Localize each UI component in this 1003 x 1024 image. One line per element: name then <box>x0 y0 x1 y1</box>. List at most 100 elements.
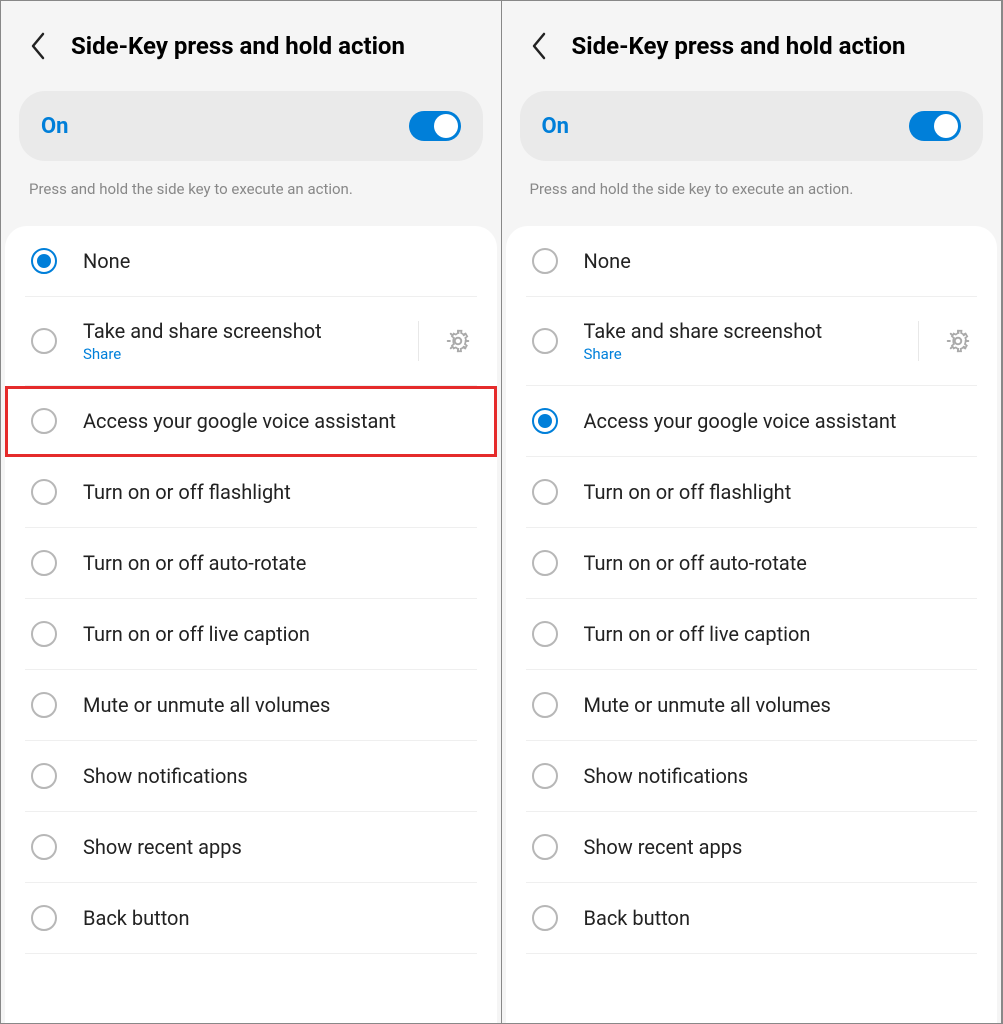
radio-button[interactable] <box>31 248 57 274</box>
option-label: Show notifications <box>83 764 471 788</box>
option-text: Take and share screenshot Share <box>584 319 887 363</box>
option-label: None <box>83 249 471 273</box>
radio-button[interactable] <box>31 834 57 860</box>
option-label: Access your google voice assistant <box>83 409 471 433</box>
option-text: Turn on or off auto-rotate <box>83 551 471 575</box>
option-item[interactable]: Back button <box>25 883 477 954</box>
option-item[interactable]: Turn on or off auto-rotate <box>25 528 477 599</box>
option-item[interactable]: Show notifications <box>25 741 477 812</box>
radio-button[interactable] <box>532 408 558 434</box>
radio-button[interactable] <box>31 763 57 789</box>
option-item[interactable]: Show recent apps <box>25 812 477 883</box>
radio-button[interactable] <box>532 621 558 647</box>
option-item[interactable]: Turn on or off flashlight <box>25 457 477 528</box>
option-text: Access your google voice assistant <box>83 409 471 433</box>
option-text: Mute or unmute all volumes <box>584 693 972 717</box>
option-item[interactable]: Take and share screenshot Share <box>526 297 978 386</box>
option-text: Turn on or off auto-rotate <box>584 551 972 575</box>
option-label: Back button <box>83 906 471 930</box>
option-text: Back button <box>584 906 972 930</box>
header: Side-Key press and hold action <box>502 1 1002 91</box>
option-sublabel: Share <box>83 345 386 363</box>
radio-button[interactable] <box>532 905 558 931</box>
option-text: Turn on or off flashlight <box>83 480 471 504</box>
option-item[interactable]: Access your google voice assistant <box>5 386 497 457</box>
option-text: Turn on or off flashlight <box>584 480 972 504</box>
description: Press and hold the side key to execute a… <box>502 176 1002 226</box>
radio-button[interactable] <box>31 550 57 576</box>
option-sublabel: Share <box>584 345 887 363</box>
radio-button[interactable] <box>532 479 558 505</box>
option-text: Show notifications <box>584 764 972 788</box>
option-item[interactable]: Show recent apps <box>526 812 978 883</box>
option-label: Show notifications <box>584 764 972 788</box>
page-title: Side-Key press and hold action <box>572 32 906 60</box>
option-item[interactable]: Turn on or off auto-rotate <box>526 528 978 599</box>
radio-button[interactable] <box>31 479 57 505</box>
radio-button[interactable] <box>532 763 558 789</box>
feature-toggle-row[interactable]: On <box>520 91 984 161</box>
page-title: Side-Key press and hold action <box>71 32 405 60</box>
option-label: Turn on or off flashlight <box>584 480 972 504</box>
toggle-switch[interactable] <box>409 111 461 141</box>
radio-button[interactable] <box>31 408 57 434</box>
option-text: Show notifications <box>83 764 471 788</box>
option-text: Mute or unmute all volumes <box>83 693 471 717</box>
radio-button[interactable] <box>532 692 558 718</box>
option-text: Access your google voice assistant <box>584 409 972 433</box>
option-text: None <box>83 249 471 273</box>
option-item[interactable]: Turn on or off live caption <box>25 599 477 670</box>
option-item[interactable]: Show notifications <box>526 741 978 812</box>
option-item[interactable]: Access your google voice assistant <box>526 386 978 457</box>
radio-button[interactable] <box>532 550 558 576</box>
radio-button[interactable] <box>31 328 57 354</box>
description: Press and hold the side key to execute a… <box>1 176 501 226</box>
option-item[interactable]: Mute or unmute all volumes <box>526 670 978 741</box>
option-item[interactable]: Take and share screenshot Share <box>25 297 477 386</box>
settings-pane-left: Side-Key press and hold action On Press … <box>1 1 502 1023</box>
gear-icon[interactable] <box>445 328 471 354</box>
option-label: Turn on or off live caption <box>584 622 972 646</box>
options-list: None Take and share screenshot Share Access… <box>506 226 998 1023</box>
option-item[interactable]: None <box>25 226 477 297</box>
option-text: Back button <box>83 906 471 930</box>
divider <box>918 321 919 361</box>
option-label: Access your google voice assistant <box>584 409 972 433</box>
feature-toggle-row[interactable]: On <box>19 91 483 161</box>
header: Side-Key press and hold action <box>1 1 501 91</box>
option-item[interactable]: None <box>526 226 978 297</box>
option-text: None <box>584 249 972 273</box>
option-label: Show recent apps <box>584 835 972 859</box>
toggle-label: On <box>542 114 570 139</box>
radio-button[interactable] <box>31 905 57 931</box>
radio-button[interactable] <box>532 328 558 354</box>
radio-button[interactable] <box>532 248 558 274</box>
option-item[interactable]: Turn on or off live caption <box>526 599 978 670</box>
option-label: Turn on or off live caption <box>83 622 471 646</box>
settings-pane-right: Side-Key press and hold action On Press … <box>502 1 1003 1023</box>
option-label: Mute or unmute all volumes <box>584 693 972 717</box>
option-text: Show recent apps <box>83 835 471 859</box>
toggle-switch[interactable] <box>909 111 961 141</box>
divider <box>418 321 419 361</box>
option-label: Turn on or off auto-rotate <box>83 551 471 575</box>
option-label: Back button <box>584 906 972 930</box>
option-item[interactable]: Turn on or off flashlight <box>526 457 978 528</box>
option-label: None <box>584 249 972 273</box>
option-item[interactable]: Mute or unmute all volumes <box>25 670 477 741</box>
option-item[interactable]: Back button <box>526 883 978 954</box>
radio-button[interactable] <box>31 621 57 647</box>
radio-button[interactable] <box>532 834 558 860</box>
option-label: Mute or unmute all volumes <box>83 693 471 717</box>
options-list: None Take and share screenshot Share Access… <box>5 226 497 1023</box>
option-label: Turn on or off flashlight <box>83 480 471 504</box>
back-icon[interactable] <box>29 31 47 61</box>
option-label: Take and share screenshot <box>83 319 386 343</box>
back-icon[interactable] <box>530 31 548 61</box>
option-label: Take and share screenshot <box>584 319 887 343</box>
toggle-label: On <box>41 114 69 139</box>
option-label: Turn on or off auto-rotate <box>584 551 972 575</box>
option-text: Show recent apps <box>584 835 972 859</box>
radio-button[interactable] <box>31 692 57 718</box>
gear-icon[interactable] <box>945 328 971 354</box>
